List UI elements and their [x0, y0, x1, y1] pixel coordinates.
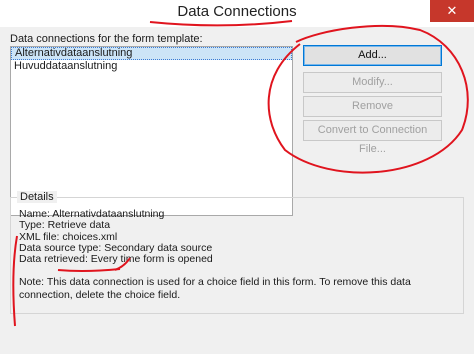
- convert-to-connection-file-button[interactable]: Convert to Connection File...: [303, 120, 442, 155]
- title-bar: Data Connections ✕: [0, 0, 474, 27]
- modify-button[interactable]: Modify...: [303, 72, 442, 93]
- list-item[interactable]: Alternativdataanslutning: [11, 47, 292, 60]
- close-icon: ✕: [446, 3, 458, 18]
- details-note: Note: This data connection is used for a…: [19, 276, 411, 301]
- details-type: Type: Retrieve data: [19, 219, 111, 232]
- connections-list-label: Data connections for the form template:: [10, 33, 203, 45]
- window-title: Data Connections: [177, 3, 297, 20]
- add-button[interactable]: Add...: [303, 45, 442, 66]
- list-item[interactable]: Huvuddataanslutning: [11, 60, 292, 73]
- remove-button[interactable]: Remove: [303, 96, 442, 117]
- details-legend: Details: [17, 191, 57, 203]
- details-data-retrieved: Data retrieved: Every time form is opene…: [19, 253, 213, 266]
- close-button[interactable]: ✕: [430, 0, 474, 22]
- details-text: Name: Alternativdataanslutning Type: Ret…: [19, 208, 213, 266]
